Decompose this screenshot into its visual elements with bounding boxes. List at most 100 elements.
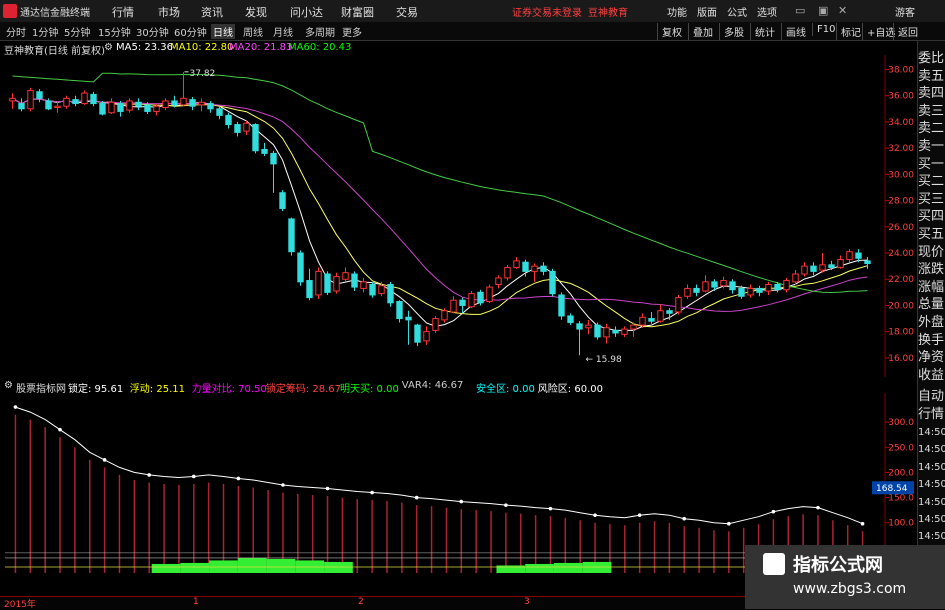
menu-trade[interactable]: 交易 [396,4,418,20]
watermark-url: www.zbgs3.com [793,581,907,597]
tab-15min[interactable]: 15分钟 [96,24,133,39]
candle-body [531,265,538,272]
gear-icon[interactable]: ⚙ [4,380,13,391]
period-toolbar: 分时 1分钟 5分钟 15分钟 30分钟 60分钟 日线 周线 月线 多周期 更… [0,22,945,41]
tab-monthly[interactable]: 月线 [271,24,295,39]
panel-label-10[interactable]: 买五 [918,223,945,242]
menu-market[interactable]: 市场 [158,4,180,20]
lock-dot [236,476,241,481]
green-block [151,563,181,573]
indicator-tick-label: 100.0 [888,519,914,529]
indicator-legend: ⚙ 股票指标网 锁定: 95.61 浮动: 25.11 力量对比: 70.50 锁定筹… [0,379,912,395]
tab-weekly[interactable]: 周线 [241,24,265,39]
candle-body [423,331,430,342]
price-tick-label: 34.00 [888,118,914,128]
lock-dot [816,505,820,510]
panel-time-6: 14:50 [918,531,945,543]
high-price-label: 37.82 [190,69,216,79]
overlay-button[interactable]: 叠加 [688,23,717,40]
ma5-label: MA5: 23.36 [116,42,174,53]
panel-label-3[interactable]: 卖三 [918,100,945,119]
tab-multi-period[interactable]: 多周期 [303,24,337,39]
menu-ask[interactable]: 问小达 [290,4,323,20]
panel-label-14[interactable]: 总量 [918,293,945,312]
back-button[interactable]: 返回 [893,23,922,40]
candle-body [108,101,115,114]
panel-label-2[interactable]: 卖四 [918,82,945,101]
login-notice[interactable]: 证券交易未登录 [512,4,582,19]
menu-quotes[interactable]: 行情 [112,4,134,20]
candle-body [351,273,358,288]
price-tick-label: 30.00 [888,170,914,180]
panel-label-1[interactable]: 卖五 [918,65,945,84]
menu-formula[interactable]: 公式 [727,4,747,19]
lock-dot [147,473,151,477]
tab-5min[interactable]: 5分钟 [62,24,92,39]
tab-60min[interactable]: 60分钟 [172,24,209,39]
candle-body [36,91,43,99]
multi-stock-button[interactable]: 多股 [719,23,748,40]
panel-label-18[interactable]: 收益 [918,364,945,383]
candle-body [432,318,439,331]
panel-label-0[interactable]: 委比 [918,47,945,66]
guest-label[interactable]: 游客 [895,4,915,19]
panel-label-4[interactable]: 卖二 [918,117,945,136]
panel-label-6[interactable]: 买一 [918,153,945,172]
candle-body [792,273,799,283]
broker-name[interactable]: 豆神教育 [588,4,628,19]
menu-layout[interactable]: 版面 [697,4,717,19]
panel-label-12[interactable]: 涨跌 [918,258,945,277]
lock-dot [504,503,508,507]
candle-body [513,260,520,268]
panel-label-13[interactable]: 涨幅 [918,276,945,295]
price-tick-label: 24.00 [888,249,914,259]
panel-label-11[interactable]: 现价 [918,241,945,260]
minimize-icon[interactable]: ▭ [795,4,805,17]
tab-intraday[interactable]: 分时 [4,24,28,39]
tab-1min[interactable]: 1分钟 [30,24,60,39]
menu-wealth[interactable]: 财富圈 [341,4,374,20]
panel-bottom-0[interactable]: 自动 [918,385,945,404]
panel-bottom-1[interactable]: 行情 [918,403,945,422]
panel-label-15[interactable]: 外盘 [918,311,945,330]
tab-daily[interactable]: 日线 [211,24,235,39]
panel-label-9[interactable]: 买四 [918,205,945,224]
draw-line-button[interactable]: 画线 [781,23,810,40]
panel-label-16[interactable]: 换手 [918,329,945,348]
candle-body [279,192,286,209]
tab-more[interactable]: 更多 [340,24,364,39]
candle-body [189,99,196,107]
panel-label-7[interactable]: 买二 [918,170,945,189]
candle-body [45,100,52,110]
lock-dot [771,509,776,514]
adjust-button[interactable]: 复权 [657,23,686,40]
menu-function[interactable]: 功能 [667,4,687,19]
date-label-2: 2 [358,597,364,607]
menu-discover[interactable]: 发现 [245,4,267,20]
panel-label-8[interactable]: 买三 [918,188,945,207]
statistics-button[interactable]: 统计 [750,23,779,40]
candle-body [252,124,259,152]
tab-30min[interactable]: 30分钟 [134,24,171,39]
panel-label-17[interactable]: 净资 [918,346,945,365]
ma20-line [12,97,868,312]
menu-options[interactable]: 选项 [757,4,777,19]
mark-button[interactable]: 标记 [836,23,865,40]
close-icon[interactable]: ✕ [838,4,847,17]
panel-label-5[interactable]: 卖一 [918,135,945,154]
price-tick-label: 32.00 [888,144,914,154]
gear-icon[interactable]: ⚙ [104,42,113,53]
candle-body [387,283,394,304]
candle-body [360,281,367,289]
price-chart[interactable]: 38.00 36.00 34.00 32.00 30.00 28.00 26.00 24.00… [0,55,917,377]
restore-icon[interactable]: ▣ [818,4,828,17]
candle-body [630,324,637,330]
candle-body [477,291,484,304]
candle-body [315,270,322,296]
menu-news[interactable]: 资讯 [201,4,223,20]
candle-body [765,283,772,292]
candle-body [675,297,682,313]
candle-body [297,252,304,283]
indicator-current-value: 168.54 [876,484,908,494]
green-block [180,562,210,573]
